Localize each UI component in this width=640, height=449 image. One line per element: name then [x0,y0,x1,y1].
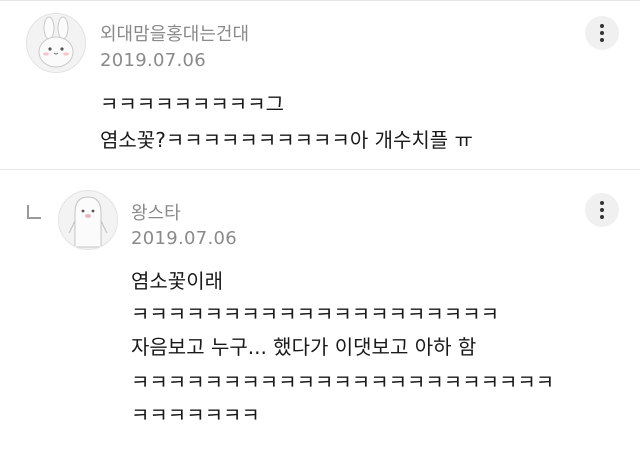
comment-text-line: ㅋㅋㅋㅋㅋㅋㅋ [131,403,260,427]
comment-text-line: 염소꽃?ㅋㅋㅋㅋㅋㅋㅋㅋㅋㅋ아 개수치플 ㅠ [100,128,473,152]
comment-date: 2019.07.06 [131,228,238,249]
comment-date: 2019.07.06 [100,50,207,71]
top-divider [0,0,640,1]
reply-arrow-icon [27,205,41,219]
comment-text-line: 염소꽃이래 [131,269,223,293]
comment-divider [0,169,640,170]
comment-author[interactable]: 왕스타 [131,199,181,225]
rabbit-icon[interactable] [26,13,86,73]
more-vertical-icon[interactable] [585,16,619,50]
comment-text-line: ㅋㅋㅋㅋㅋㅋㅋㅋㅋㅋㅋㅋㅋㅋㅋㅋㅋㅋㅋㅋ [131,302,499,326]
comment-text-line: 자음보고 누구... 했다가 이댓보고 아하 함 [131,335,477,359]
more-vertical-icon[interactable] [585,193,619,227]
comment-author[interactable]: 외대맘을홍대는건대 [100,20,249,46]
comment-text-line: ㅋㅋㅋㅋㅋㅋㅋㅋㅋㅋㅋㅋㅋㅋㅋㅋㅋㅋㅋㅋㅋㅋㅋ [131,370,555,394]
penguin-icon[interactable] [58,190,118,250]
comment-text-line: ㅋㅋㅋㅋㅋㅋㅋㅋㅋ그 [100,92,284,116]
